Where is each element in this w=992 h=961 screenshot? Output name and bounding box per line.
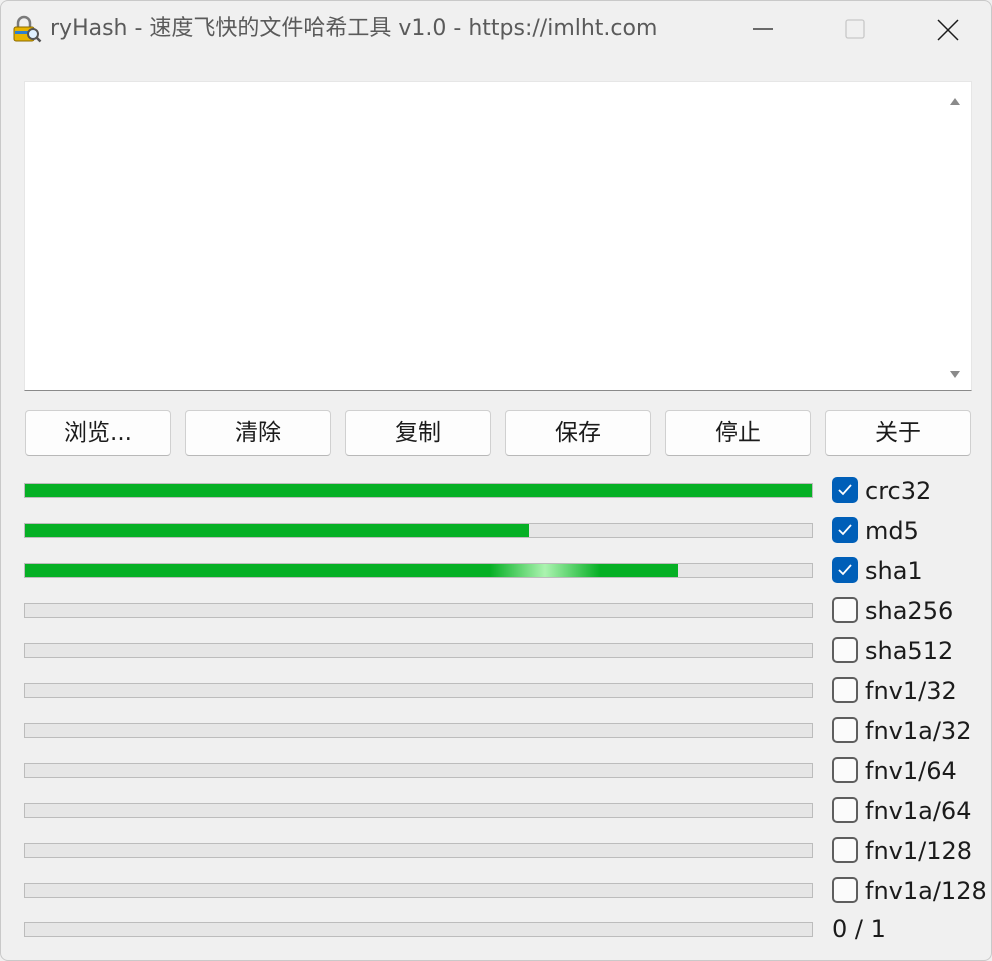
- maximize-button[interactable]: [809, 1, 901, 57]
- algorithm-progress-bar: [24, 803, 813, 818]
- save-button[interactable]: 保存: [505, 410, 651, 456]
- algorithm-label[interactable]: crc32: [865, 477, 931, 505]
- scroll-up-arrow-icon[interactable]: [949, 96, 961, 106]
- scroll-down-arrow-icon[interactable]: [949, 370, 961, 380]
- algorithm-progress-fill: [25, 524, 529, 537]
- algorithm-progress-bar: [24, 603, 813, 618]
- algorithm-checkbox[interactable]: [832, 517, 858, 543]
- algorithm-checkbox[interactable]: [832, 597, 858, 623]
- algorithm-checkbox[interactable]: [832, 877, 858, 903]
- algorithm-progress-bar: [24, 483, 813, 498]
- algorithm-label[interactable]: fnv1a/32: [865, 717, 971, 745]
- algorithm-label[interactable]: fnv1/32: [865, 677, 957, 705]
- progress-shine: [489, 564, 600, 577]
- copy-button[interactable]: 复制: [345, 410, 491, 456]
- algorithm-progress-bar: [24, 763, 813, 778]
- vertical-scrollbar[interactable]: [939, 82, 971, 390]
- hash-output-textarea[interactable]: [24, 81, 972, 391]
- total-progress-bar: [24, 922, 813, 937]
- algorithm-checkbox[interactable]: [832, 637, 858, 663]
- close-button[interactable]: [901, 1, 991, 57]
- lock-magnifier-icon: [12, 15, 42, 43]
- browse-button[interactable]: 浏览...: [25, 410, 171, 456]
- algorithm-progress-bar: [24, 523, 813, 538]
- algorithm-label[interactable]: sha1: [865, 557, 923, 585]
- algorithm-label[interactable]: sha512: [865, 637, 953, 665]
- algorithm-checkbox[interactable]: [832, 677, 858, 703]
- clear-button[interactable]: 清除: [185, 410, 331, 456]
- title-bar[interactable]: ryHash - 速度飞快的文件哈希工具 v1.0 - https://imlh…: [1, 1, 991, 57]
- checkmark-icon: [838, 524, 852, 536]
- algorithm-label[interactable]: fnv1a/128: [865, 877, 987, 905]
- algorithm-label[interactable]: fnv1/64: [865, 757, 957, 785]
- algorithm-progress-bar: [24, 883, 813, 898]
- maximize-icon: [845, 19, 865, 39]
- output-text: [33, 88, 935, 384]
- algorithm-progress-bar: [24, 683, 813, 698]
- algorithm-label[interactable]: fnv1a/64: [865, 797, 971, 825]
- algorithm-checkbox[interactable]: [832, 837, 858, 863]
- algorithm-progress-bar: [24, 563, 813, 578]
- minimize-button[interactable]: [717, 1, 809, 57]
- algorithm-progress-bar: [24, 843, 813, 858]
- window-title: ryHash - 速度飞快的文件哈希工具 v1.0 - https://imlh…: [50, 16, 658, 41]
- checkmark-icon: [838, 484, 852, 496]
- algorithm-label[interactable]: fnv1/128: [865, 837, 972, 865]
- algorithm-checkbox[interactable]: [832, 477, 858, 503]
- algorithm-checkbox[interactable]: [832, 557, 858, 583]
- checkmark-icon: [838, 564, 852, 576]
- about-button[interactable]: 关于: [825, 410, 971, 456]
- algorithm-progress-bar: [24, 723, 813, 738]
- algorithm-label[interactable]: sha256: [865, 597, 953, 625]
- algorithm-checkbox[interactable]: [832, 797, 858, 823]
- algorithm-checkbox[interactable]: [832, 757, 858, 783]
- algorithm-progress-bar: [24, 643, 813, 658]
- app-window: ryHash - 速度飞快的文件哈希工具 v1.0 - https://imlh…: [0, 0, 992, 961]
- file-count: 0 / 1: [832, 915, 886, 943]
- close-icon: [937, 19, 959, 41]
- minimize-icon: [753, 28, 773, 30]
- algorithm-checkbox[interactable]: [832, 717, 858, 743]
- stop-button[interactable]: 停止: [665, 410, 811, 456]
- algorithm-label[interactable]: md5: [865, 517, 919, 545]
- algorithm-progress-fill: [25, 484, 812, 497]
